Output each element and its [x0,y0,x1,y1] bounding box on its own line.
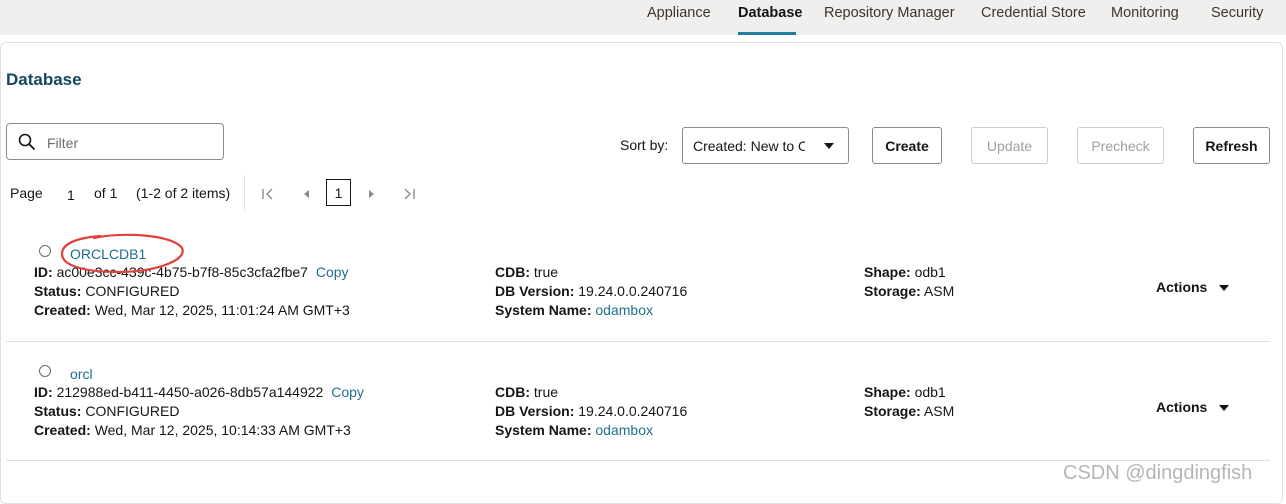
database-name-link[interactable]: orcl [70,366,93,382]
shape-value: odb1 [914,384,946,400]
database-shape: Shape: odb1 [864,264,946,280]
pager-page-input[interactable]: 1 [67,187,75,203]
system-name-link[interactable]: odambox [595,422,653,438]
status-label: Status: [34,283,82,299]
page-title: Database [6,70,82,89]
filter-input[interactable] [45,132,219,154]
filter-field[interactable] [6,123,224,160]
id-value: 212988ed-b411-4450-a026-8db57a144922 [56,384,324,400]
precheck-button[interactable]: Precheck [1077,127,1164,164]
chevron-down-icon [824,143,834,149]
last-page-icon[interactable] [401,186,417,202]
cdb-label: CDB: [495,384,530,400]
cdb-label: CDB: [495,264,530,280]
pager-of-label: of 1 [94,185,118,201]
id-label: ID: [34,264,53,280]
system-name-link[interactable]: odambox [595,302,653,318]
storage-value: ASM [923,403,955,419]
annotation-circle [60,233,184,274]
top-nav-bar: Appliance Database Repository Manager Cr… [0,0,1286,35]
storage-label: Storage: [864,283,921,299]
pager-divider [244,175,245,211]
sort-select[interactable]: Created: New to Old [682,127,849,164]
current-page-button[interactable]: 1 [326,179,351,206]
create-button[interactable]: Create [872,127,942,164]
update-button[interactable]: Update [971,127,1048,164]
status-value: CONFIGURED [85,283,180,299]
cdb-value: true [533,264,559,280]
refresh-button[interactable]: Refresh [1193,127,1270,164]
database-cdb: CDB: true [495,384,558,400]
chevron-down-icon [1219,285,1230,292]
shape-value: odb1 [914,264,946,280]
cdb-value: true [533,384,559,400]
id-label: ID: [34,384,53,400]
actions-menu-button[interactable]: Actions [1156,279,1230,295]
actions-label: Actions [1156,399,1208,415]
sort-select-value: Created: New to Old [693,138,805,154]
chevron-down-icon [1219,405,1230,412]
pager-page-label: Page [10,185,43,201]
database-status: Status: CONFIGURED [34,403,179,419]
created-label: Created: [34,302,91,318]
storage-label: Storage: [864,403,921,419]
actions-label: Actions [1156,279,1208,295]
database-id: ID: 212988ed-b411-4450-a026-8db57a144922… [34,384,364,400]
nav-tab-credential-store[interactable]: Credential Store [981,5,1086,21]
copy-id-link[interactable]: Copy [316,264,349,280]
sort-label: Sort by: [620,137,669,153]
watermark: CSDN @dingdingfish [1063,462,1253,484]
database-version: DB Version: 19.24.0.0.240716 [495,403,687,419]
nav-tab-database[interactable]: Database [738,5,802,21]
nav-tab-repository-manager[interactable]: Repository Manager [824,5,955,21]
shape-label: Shape: [864,264,911,280]
shape-label: Shape: [864,384,911,400]
row-select-radio[interactable] [39,365,51,377]
copy-id-link[interactable]: Copy [331,384,364,400]
system-name-label: System Name: [495,422,592,438]
previous-page-icon[interactable] [299,186,315,202]
created-value: Wed, Mar 12, 2025, 11:01:24 AM GMT+3 [94,302,350,318]
status-label: Status: [34,403,82,419]
nav-tab-appliance[interactable]: Appliance [647,5,711,21]
storage-value: ASM [923,283,955,299]
nav-tab-security[interactable]: Security [1211,5,1263,21]
db-version-label: DB Version: [495,403,575,419]
search-icon [18,133,35,150]
row-select-radio[interactable] [39,245,51,257]
db-version-value: 19.24.0.0.240716 [578,283,688,299]
database-system-name: System Name: odambox [495,422,653,438]
created-label: Created: [34,422,91,438]
database-storage: Storage: ASM [864,403,954,419]
database-created: Created: Wed, Mar 12, 2025, 10:14:33 AM … [34,422,351,438]
created-value: Wed, Mar 12, 2025, 10:14:33 AM GMT+3 [94,422,351,438]
database-cdb: CDB: true [495,264,558,280]
database-created: Created: Wed, Mar 12, 2025, 11:01:24 AM … [34,302,350,318]
db-version-label: DB Version: [495,283,575,299]
nav-tab-monitoring[interactable]: Monitoring [1111,5,1179,21]
database-status: Status: CONFIGURED [34,283,179,299]
actions-menu-button[interactable]: Actions [1156,399,1230,415]
database-shape: Shape: odb1 [864,384,946,400]
database-storage: Storage: ASM [864,283,954,299]
status-value: CONFIGURED [85,403,180,419]
next-page-icon[interactable] [363,186,379,202]
first-page-icon[interactable] [260,186,276,202]
active-tab-indicator [738,32,796,35]
row-divider [6,341,1270,342]
database-version: DB Version: 19.24.0.0.240716 [495,283,687,299]
pager-items-label: (1-2 of 2 items) [136,185,231,201]
database-system-name: System Name: odambox [495,302,653,318]
system-name-label: System Name: [495,302,592,318]
db-version-value: 19.24.0.0.240716 [578,403,688,419]
row-divider [6,460,1270,461]
